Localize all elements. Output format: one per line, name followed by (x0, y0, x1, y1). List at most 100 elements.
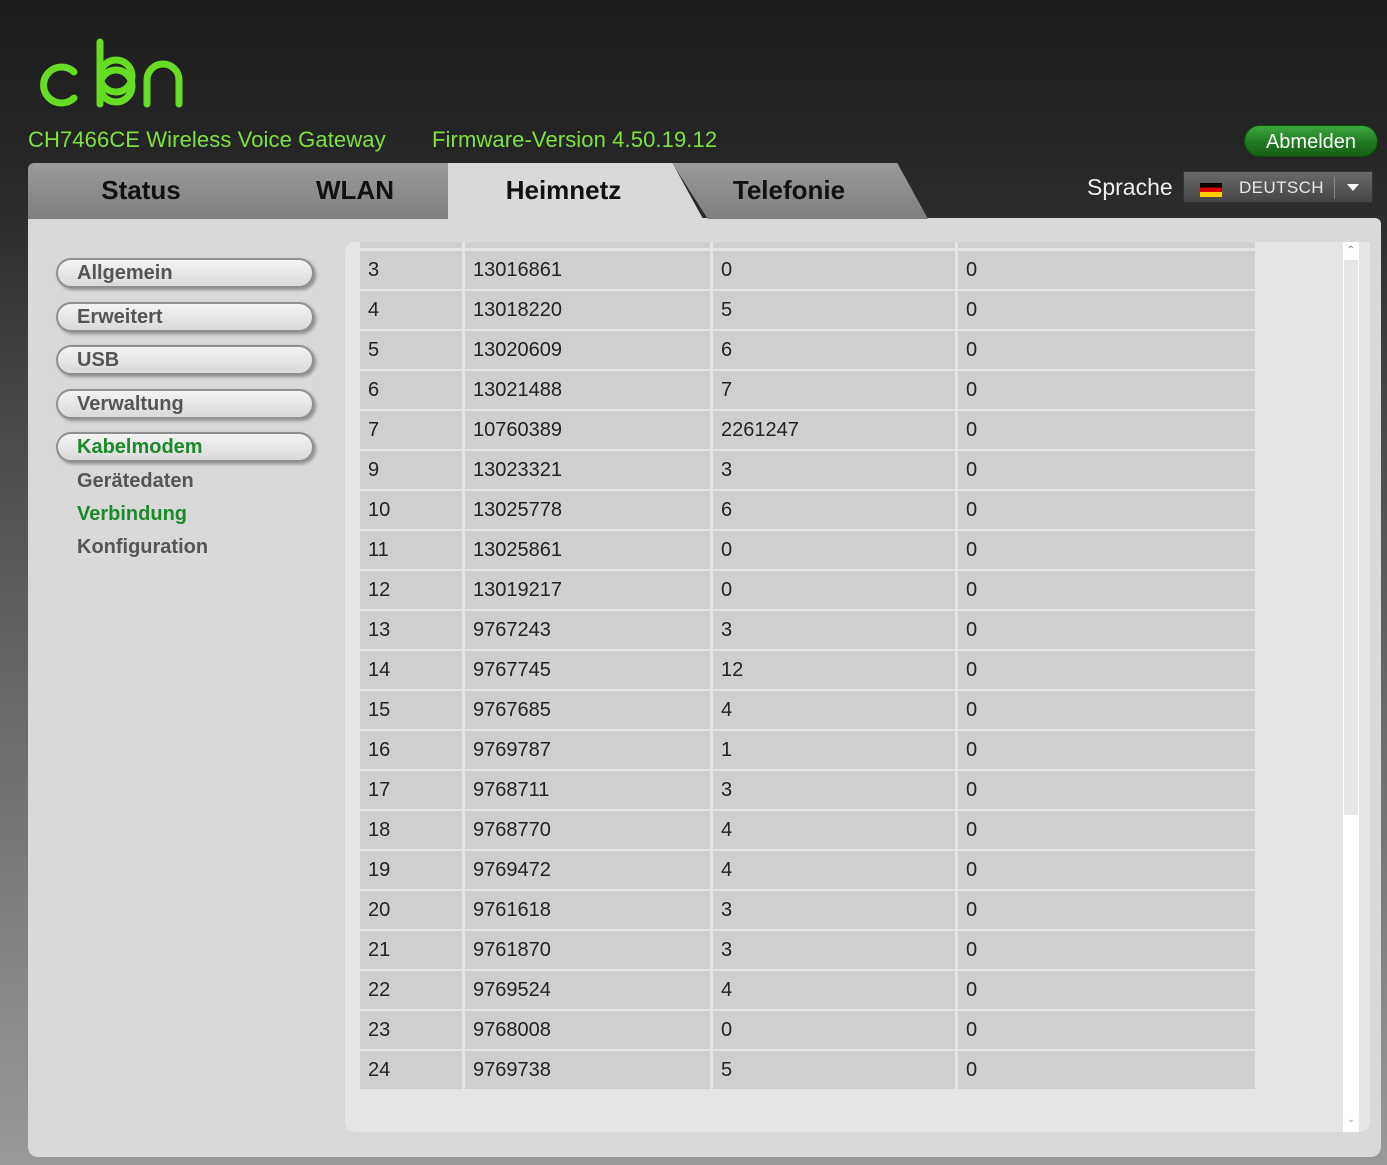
table-cell: 3 (713, 931, 955, 969)
table-cell: 12 (360, 571, 462, 609)
table-cell: 0 (958, 291, 1255, 329)
menu-item-verwaltung[interactable]: Verwaltung (56, 389, 314, 419)
table-cell: 13016861 (465, 251, 710, 289)
table-row: 16 9769787 1 0 (360, 731, 1255, 769)
language-label: Sprache (1087, 174, 1173, 200)
table-cell: 17 (360, 771, 462, 809)
table-cell: 21 (360, 931, 462, 969)
tab-label: Telefonie (732, 175, 846, 205)
table-cell: 13025861 (465, 531, 710, 569)
firmware-version: Firmware-Version 4.50.19.12 (432, 127, 718, 152)
table-cell: 10 (360, 491, 462, 529)
table-cell: 0 (713, 1011, 955, 1049)
table-cell (958, 242, 1255, 248)
table-cell: 6 (360, 371, 462, 409)
table-row: 11 13025861 0 0 (360, 531, 1255, 569)
table-cell: 19 (360, 851, 462, 889)
table-cell: 9 (360, 451, 462, 489)
table-cell: 9767243 (465, 611, 710, 649)
dropdown-arrow-icon (1347, 184, 1359, 191)
table-row: 22 9769524 4 0 (360, 971, 1255, 1009)
table-row: 5 13020609 6 0 (360, 331, 1255, 369)
language-divider (1334, 177, 1335, 199)
menu-item-erweitert[interactable]: Erweitert (56, 302, 314, 332)
table-cell: 3 (713, 611, 955, 649)
table-cell: 9769738 (465, 1051, 710, 1089)
logout-button[interactable]: Abmelden (1244, 125, 1378, 157)
table-cell: 16 (360, 731, 462, 769)
menu-item-allgemein[interactable]: Allgemein (56, 258, 314, 288)
table-cell: 9769472 (465, 851, 710, 889)
table-cell: 0 (958, 651, 1255, 689)
table-cell: 22 (360, 971, 462, 1009)
table-row: 14 9767745 12 0 (360, 651, 1255, 689)
scroll-down-icon[interactable]: ⌄ (1346, 1115, 1356, 1125)
content-panel: Allgemein Erweitert USB Verwaltung Kabel… (28, 218, 1381, 1157)
table-cell: 0 (958, 371, 1255, 409)
table-cell: 9768711 (465, 771, 710, 809)
table-cell: 9768770 (465, 811, 710, 849)
table-cell: 0 (958, 531, 1255, 569)
table-cell: 3 (713, 771, 955, 809)
table-row: 15 9767685 4 0 (360, 691, 1255, 729)
table-cell: 9761618 (465, 891, 710, 929)
menu-item-kabelmodem[interactable]: Kabelmodem (56, 432, 314, 462)
table-row: 19 9769472 4 0 (360, 851, 1255, 889)
table-cell: 13 (360, 611, 462, 649)
submenu-item-geraetedaten[interactable]: Gerätedaten (77, 470, 194, 493)
table-cell: 20 (360, 891, 462, 929)
table-cell: 0 (958, 731, 1255, 769)
table-cell: 0 (958, 451, 1255, 489)
table-cell: 13020609 (465, 331, 710, 369)
table-cell: 3 (713, 451, 955, 489)
table-row: 21 9761870 3 0 (360, 931, 1255, 969)
table-cell: 7 (713, 371, 955, 409)
table-cell: 4 (713, 811, 955, 849)
germany-flag-icon (1200, 183, 1222, 197)
tab-status[interactable]: Status (28, 163, 284, 219)
table-cell: 9767685 (465, 691, 710, 729)
table-cell: 5 (713, 291, 955, 329)
table-row: 17 9768711 3 0 (360, 771, 1255, 809)
table-row: 20 9761618 3 0 (360, 891, 1255, 929)
table-cell: 0 (958, 491, 1255, 529)
table-cell: 6 (713, 491, 955, 529)
table-cell: 9767745 (465, 651, 710, 689)
table-cell: 6 (713, 331, 955, 369)
table-cell: 0 (958, 1051, 1255, 1089)
cbn-logo-icon (40, 38, 183, 108)
table-row: 4 13018220 5 0 (360, 291, 1255, 329)
table-cell: 2261247 (713, 411, 955, 449)
table-cell: 0 (958, 411, 1255, 449)
table-cell: 10760389 (465, 411, 710, 449)
table-row: 24 9769738 5 0 (360, 1051, 1255, 1089)
scrollbar[interactable]: ⌃ ⌄ (1343, 242, 1359, 1132)
table-cell: 23 (360, 1011, 462, 1049)
language-select[interactable]: DEUTSCH (1183, 171, 1373, 203)
tab-telefonie[interactable]: Telefonie (672, 163, 928, 219)
table-row: 10 13025778 6 0 (360, 491, 1255, 529)
table-cell: 0 (713, 531, 955, 569)
tab-label: WLAN (316, 175, 394, 205)
tab-heimnetz[interactable]: Heimnetz (448, 163, 703, 219)
scroll-up-icon[interactable]: ⌃ (1346, 246, 1356, 256)
table-cell: 0 (958, 891, 1255, 929)
table-cell: 9761870 (465, 931, 710, 969)
scroll-thumb[interactable] (1344, 260, 1358, 815)
submenu-item-konfiguration[interactable]: Konfiguration (77, 536, 208, 559)
table-cell: 13018220 (465, 291, 710, 329)
table-cell: 0 (958, 691, 1255, 729)
table-row: 23 9768008 0 0 (360, 1011, 1255, 1049)
table-cell: 5 (360, 331, 462, 369)
table-cell: 0 (958, 1011, 1255, 1049)
table-cell: 0 (958, 611, 1255, 649)
menu-item-usb[interactable]: USB (56, 345, 314, 375)
table-cell: 0 (713, 571, 955, 609)
table-cell: 9768008 (465, 1011, 710, 1049)
table-cell: 4 (360, 291, 462, 329)
table-cell: 12 (713, 651, 955, 689)
table-cell: 0 (958, 771, 1255, 809)
table-cell: 0 (958, 851, 1255, 889)
table-cell: 15 (360, 691, 462, 729)
submenu-item-verbindung[interactable]: Verbindung (77, 503, 187, 526)
